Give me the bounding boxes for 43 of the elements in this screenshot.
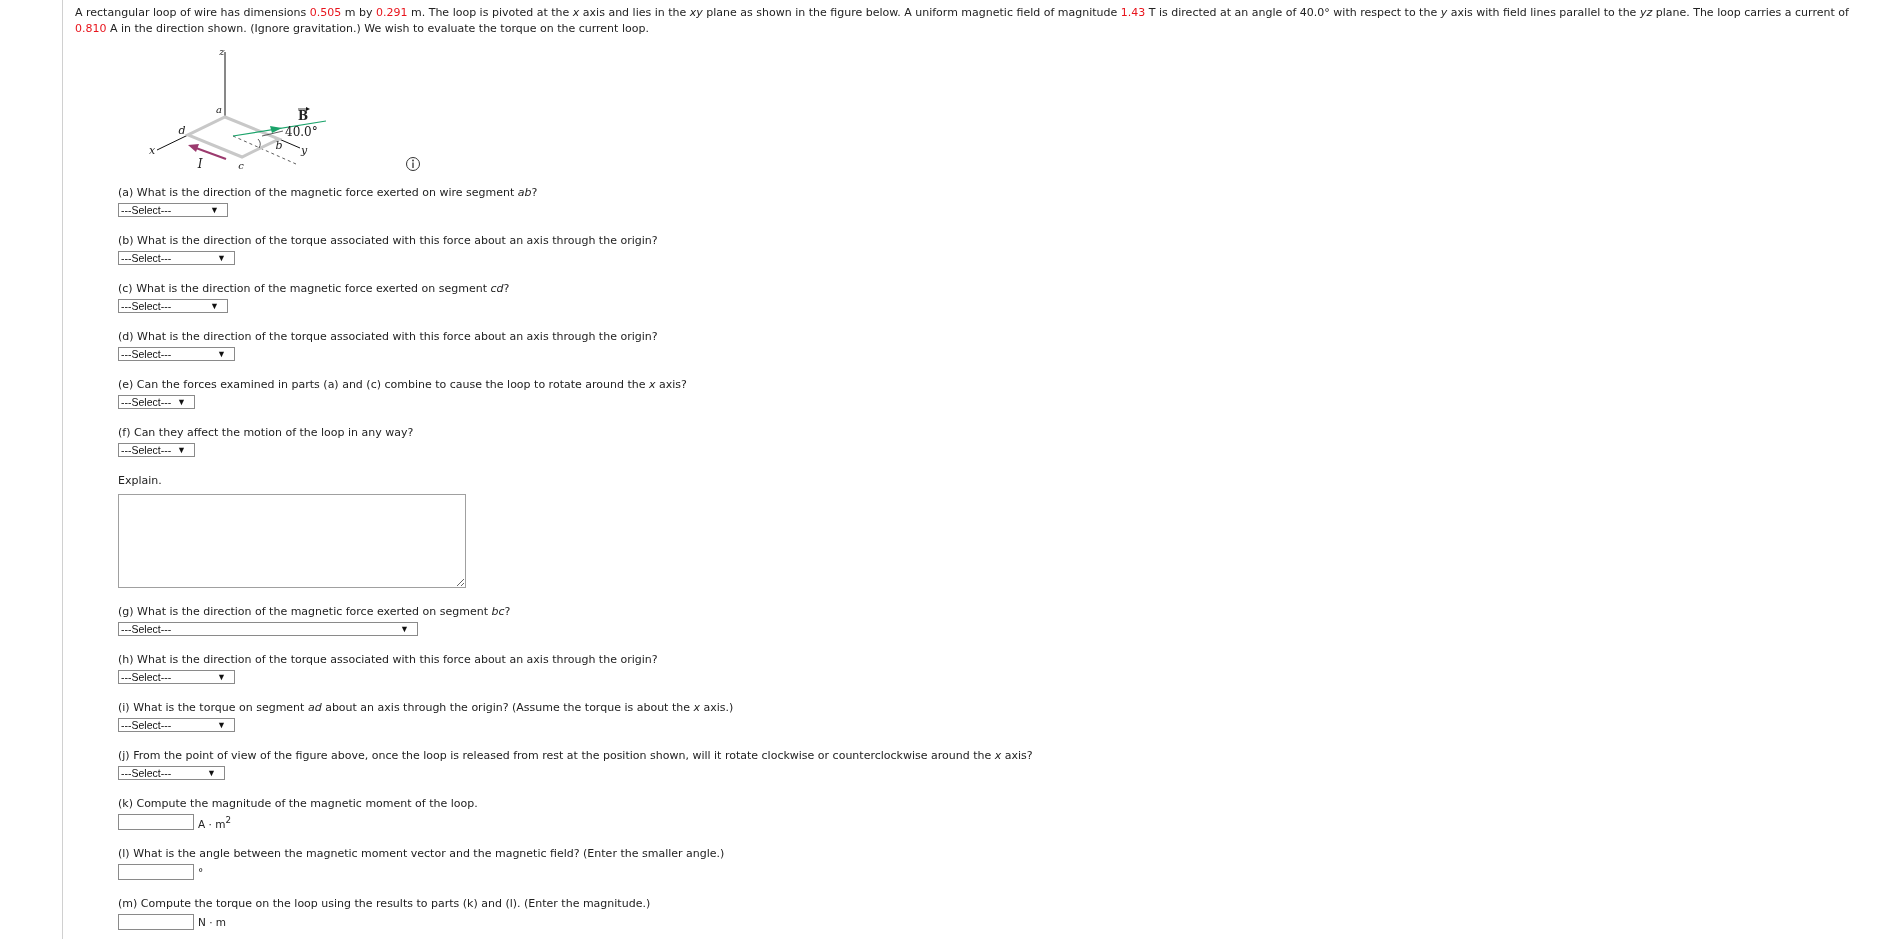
corner-label: c bbox=[238, 160, 244, 171]
answer-dropdown[interactable]: ---Select--- ▼ bbox=[118, 718, 235, 732]
info-icon[interactable] bbox=[406, 157, 420, 171]
unit-label: ° bbox=[198, 866, 204, 878]
axis-label: z bbox=[219, 46, 225, 57]
axis-label: y bbox=[300, 144, 308, 157]
question-text: (k) Compute the magnitude of the magnetic moment of the loop. bbox=[118, 796, 479, 812]
answer-dropdown[interactable]: ---Select--- ▼ bbox=[118, 622, 418, 636]
unit-label: N · m bbox=[198, 916, 227, 928]
question-text: (j) From the point of view of the figure above, once the loop is released from rest at the position shown, will it rotate clockwise or counterclockwise around the x axis? bbox=[118, 748, 1034, 764]
answer-dropdown[interactable]: ---Select--- ▼ bbox=[118, 251, 235, 265]
answer-dropdown[interactable]: ---Select--- ▼ bbox=[118, 299, 228, 313]
corner-label: a bbox=[216, 104, 222, 115]
problem-statement: A rectangular loop of wire has dimensions 0.505 m by 0.291 m. The loop is pivoted at the x axis and lies in the xy plane as shown in the figure below. A uniform magnetic field of magnitude 1.43 T is directed at an angle of 40.0° with respect to the y axis with field lines parallel to the yz plane. The loop carries a current of 0.810 A in the direction shown. (Ignore gravitation.) We wish to evaluate the torque on the current loop. bbox=[75, 5, 1850, 37]
explain-label: Explain. bbox=[118, 473, 163, 489]
question-text: (h) What is the direction of the torque associated with this force about an axis through the origin? bbox=[118, 652, 659, 668]
question-text: (m) Compute the torque on the loop using the results to parts (k) and (l). (Enter the magnitude.) bbox=[118, 896, 652, 912]
answer-field[interactable] bbox=[118, 864, 194, 880]
answer-dropdown[interactable]: ---Select--- ▼ bbox=[118, 395, 195, 409]
angle-label: 40.0° bbox=[285, 125, 318, 139]
explanation-field[interactable] bbox=[118, 494, 466, 588]
question-text: (a) What is the direction of the magnetic force exerted on wire segment ab? bbox=[118, 185, 539, 201]
answer-dropdown[interactable]: ---Select--- ▼ bbox=[118, 443, 195, 457]
axis-label: x bbox=[148, 144, 156, 157]
question-text: (b) What is the direction of the torque associated with this force about an axis through the origin? bbox=[118, 233, 659, 249]
question-text: (i) What is the torque on segment ad about an axis through the origin? (Assume the torque is about the x axis.) bbox=[118, 700, 735, 716]
question-text: (c) What is the direction of the magnetic force exerted on segment cd? bbox=[118, 281, 511, 297]
answer-field[interactable] bbox=[118, 814, 194, 830]
question-text: (f) Can they affect the motion of the loop in any way? bbox=[118, 425, 415, 441]
answer-dropdown[interactable]: ---Select--- ▼ bbox=[118, 347, 235, 361]
question-text: (l) What is the angle between the magnetic moment vector and the magnetic field? (Enter the smaller angle.) bbox=[118, 846, 726, 862]
unit-label: A · m$^{2}$ bbox=[198, 814, 231, 830]
answer-dropdown[interactable]: ---Select--- ▼ bbox=[118, 766, 225, 780]
question-text: (e) Can the forces examined in parts (a) and (c) combine to cause the loop to rotate around the x axis? bbox=[118, 377, 688, 393]
corner-label: d bbox=[178, 124, 186, 137]
field-label: B bbox=[297, 109, 309, 123]
current-label: I bbox=[197, 157, 203, 171]
answer-field[interactable] bbox=[118, 914, 194, 930]
corner-label: b bbox=[275, 139, 283, 152]
answer-dropdown[interactable]: ---Select--- ▼ bbox=[118, 670, 235, 684]
question-text: (d) What is the direction of the torque associated with this force about an axis through the origin? bbox=[118, 329, 659, 345]
answer-dropdown[interactable]: ---Select--- ▼ bbox=[118, 203, 228, 217]
question-text: (g) What is the direction of the magnetic force exerted on segment bc? bbox=[118, 604, 512, 620]
